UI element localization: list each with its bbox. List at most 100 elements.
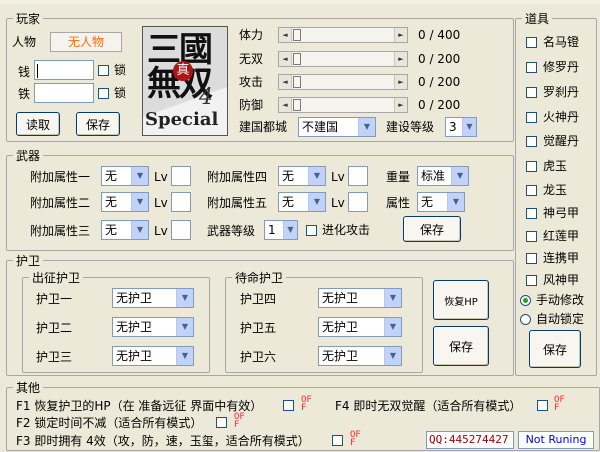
item-label-10: 风神甲: [543, 273, 580, 287]
out-guard-select-1[interactable]: 无护卫 ▼: [112, 288, 194, 308]
evolve-attack-label: 进化攻击: [322, 223, 371, 237]
item-checkbox-10[interactable]: [526, 275, 537, 286]
out-guard-select-3[interactable]: 无护卫 ▼: [112, 346, 194, 366]
chevron-down-icon[interactable]: ▼: [447, 193, 464, 211]
item-label-5: 虎玉: [543, 159, 568, 173]
slider-thumb[interactable]: [293, 29, 301, 41]
chevron-down-icon[interactable]: ▼: [176, 318, 193, 336]
weapon-attr-lv-label-4: Lv: [331, 170, 345, 184]
item-checkbox-8[interactable]: [526, 231, 537, 242]
slider-thumb[interactable]: [293, 53, 301, 65]
weapon-attr-value-3: 无: [105, 223, 118, 237]
item-label-0: 名马镫: [543, 35, 580, 49]
weapon-attr-label-5: 附加属性五: [207, 196, 268, 210]
weapon-save-button[interactable]: 保存: [403, 216, 461, 242]
stat-slider-attack[interactable]: ◄ ►: [278, 74, 408, 90]
out-guard-select-2[interactable]: 无护卫 ▼: [112, 317, 194, 337]
wait-guard-select-5[interactable]: 无护卫 ▼: [318, 317, 402, 337]
iron-lock-checkbox[interactable]: [98, 88, 109, 99]
slider-left-arrow-icon[interactable]: ◄: [279, 52, 292, 66]
item-checkbox-2[interactable]: [526, 87, 537, 98]
weapon-attr-select-2[interactable]: 无 ▼: [101, 192, 149, 212]
weapon-attr-lv-input-1[interactable]: [171, 166, 191, 186]
guards-group-title: 护卫: [13, 252, 44, 269]
stat-label-hp: 体力: [239, 28, 264, 42]
weapon-level-select[interactable]: 1 ▼: [264, 220, 298, 240]
hotkey-f1-checkbox[interactable]: [283, 400, 294, 411]
hotkey-f4-checkbox[interactable]: [537, 400, 548, 411]
slider-right-arrow-icon[interactable]: ►: [394, 75, 407, 89]
weapon-attr-select-3[interactable]: 无 ▼: [101, 220, 149, 240]
player-read-button[interactable]: 读取: [16, 112, 60, 136]
chevron-down-icon[interactable]: ▼: [283, 221, 297, 239]
stat-label-attack: 攻击: [239, 75, 264, 89]
slider-thumb[interactable]: [293, 76, 301, 88]
money-input[interactable]: [34, 60, 94, 80]
weapon-attr-lv-input-3[interactable]: [171, 220, 191, 240]
restore-hp-button[interactable]: 恢复HP: [433, 280, 489, 320]
out-guard-label-1: 护卫一: [36, 292, 73, 306]
slider-left-arrow-icon[interactable]: ◄: [279, 98, 292, 112]
item-checkbox-6[interactable]: [526, 185, 537, 196]
stat-slider-musou[interactable]: ◄ ►: [278, 51, 408, 67]
stat-slider-hp[interactable]: ◄ ►: [278, 27, 408, 43]
mode-auto-radio[interactable]: [520, 314, 531, 325]
items-save-button[interactable]: 保存: [529, 330, 581, 368]
money-lock-checkbox[interactable]: [98, 65, 109, 76]
build-level-select[interactable]: 3 ▼: [445, 117, 477, 137]
item-checkbox-7[interactable]: [526, 208, 537, 219]
wait-guard-select-4[interactable]: 无护卫 ▼: [318, 288, 402, 308]
stat-value-hp: 0 / 400: [418, 28, 461, 42]
slider-right-arrow-icon[interactable]: ►: [394, 52, 407, 66]
money-label: 钱: [18, 65, 31, 79]
hotkey-f2-checkbox[interactable]: [216, 417, 227, 428]
guards-save-button[interactable]: 保存: [433, 326, 489, 366]
player-save-button[interactable]: 保存: [76, 112, 120, 136]
slider-thumb[interactable]: [293, 99, 301, 111]
stat-slider-defense[interactable]: ◄ ►: [278, 97, 408, 113]
slider-left-arrow-icon[interactable]: ◄: [279, 28, 292, 42]
wait-guard-value-4: 无护卫: [322, 291, 359, 305]
item-checkbox-9[interactable]: [526, 253, 537, 264]
chevron-down-icon[interactable]: ▼: [176, 347, 193, 365]
chevron-down-icon[interactable]: ▼: [358, 118, 375, 136]
item-checkbox-1[interactable]: [526, 62, 537, 73]
weapon-weight-select[interactable]: 标准 ▼: [417, 166, 469, 186]
evolve-attack-checkbox[interactable]: [306, 225, 317, 236]
weapon-attr-lv-input-2[interactable]: [171, 192, 191, 212]
wait-guard-value-5: 无护卫: [322, 320, 359, 334]
chevron-down-icon[interactable]: ▼: [176, 289, 193, 307]
item-checkbox-5[interactable]: [526, 161, 537, 172]
chevron-down-icon[interactable]: ▼: [131, 221, 148, 239]
mode-manual-radio[interactable]: [520, 295, 531, 306]
weapon-attr-select-1[interactable]: 无 ▼: [101, 166, 149, 186]
chevron-down-icon[interactable]: ▼: [451, 167, 468, 185]
chevron-down-icon[interactable]: ▼: [384, 347, 401, 365]
item-checkbox-4[interactable]: [526, 136, 537, 147]
item-label-4: 觉醒丹: [543, 134, 580, 148]
hotkey-f3-checkbox[interactable]: [332, 435, 343, 446]
chevron-down-icon[interactable]: ▼: [131, 193, 148, 211]
chevron-down-icon[interactable]: ▼: [131, 167, 148, 185]
capital-select[interactable]: 不建国 ▼: [298, 117, 376, 137]
chevron-down-icon[interactable]: ▼: [462, 118, 476, 136]
wait-guard-select-6[interactable]: 无护卫 ▼: [318, 346, 402, 366]
chevron-down-icon[interactable]: ▼: [384, 318, 401, 336]
chevron-down-icon[interactable]: ▼: [384, 289, 401, 307]
weapon-attr-select-4[interactable]: 无 ▼: [278, 166, 326, 186]
weapon-attr-lv-input-4[interactable]: [348, 166, 368, 186]
slider-right-arrow-icon[interactable]: ►: [394, 98, 407, 112]
weapon-attr-lv-input-5[interactable]: [348, 192, 368, 212]
slider-right-arrow-icon[interactable]: ►: [394, 28, 407, 42]
person-field[interactable]: 无人物: [50, 32, 122, 52]
iron-input[interactable]: [34, 83, 94, 103]
weapon-level-label: 武器等级: [207, 224, 256, 238]
weapon-element-select[interactable]: 无 ▼: [417, 192, 465, 212]
weapon-attr-select-5[interactable]: 无 ▼: [278, 192, 326, 212]
item-checkbox-0[interactable]: [526, 37, 537, 48]
item-checkbox-3[interactable]: [526, 112, 537, 123]
weapon-attr-lv-label-1: Lv: [154, 170, 168, 184]
slider-left-arrow-icon[interactable]: ◄: [279, 75, 292, 89]
chevron-down-icon[interactable]: ▼: [308, 167, 325, 185]
chevron-down-icon[interactable]: ▼: [308, 193, 325, 211]
